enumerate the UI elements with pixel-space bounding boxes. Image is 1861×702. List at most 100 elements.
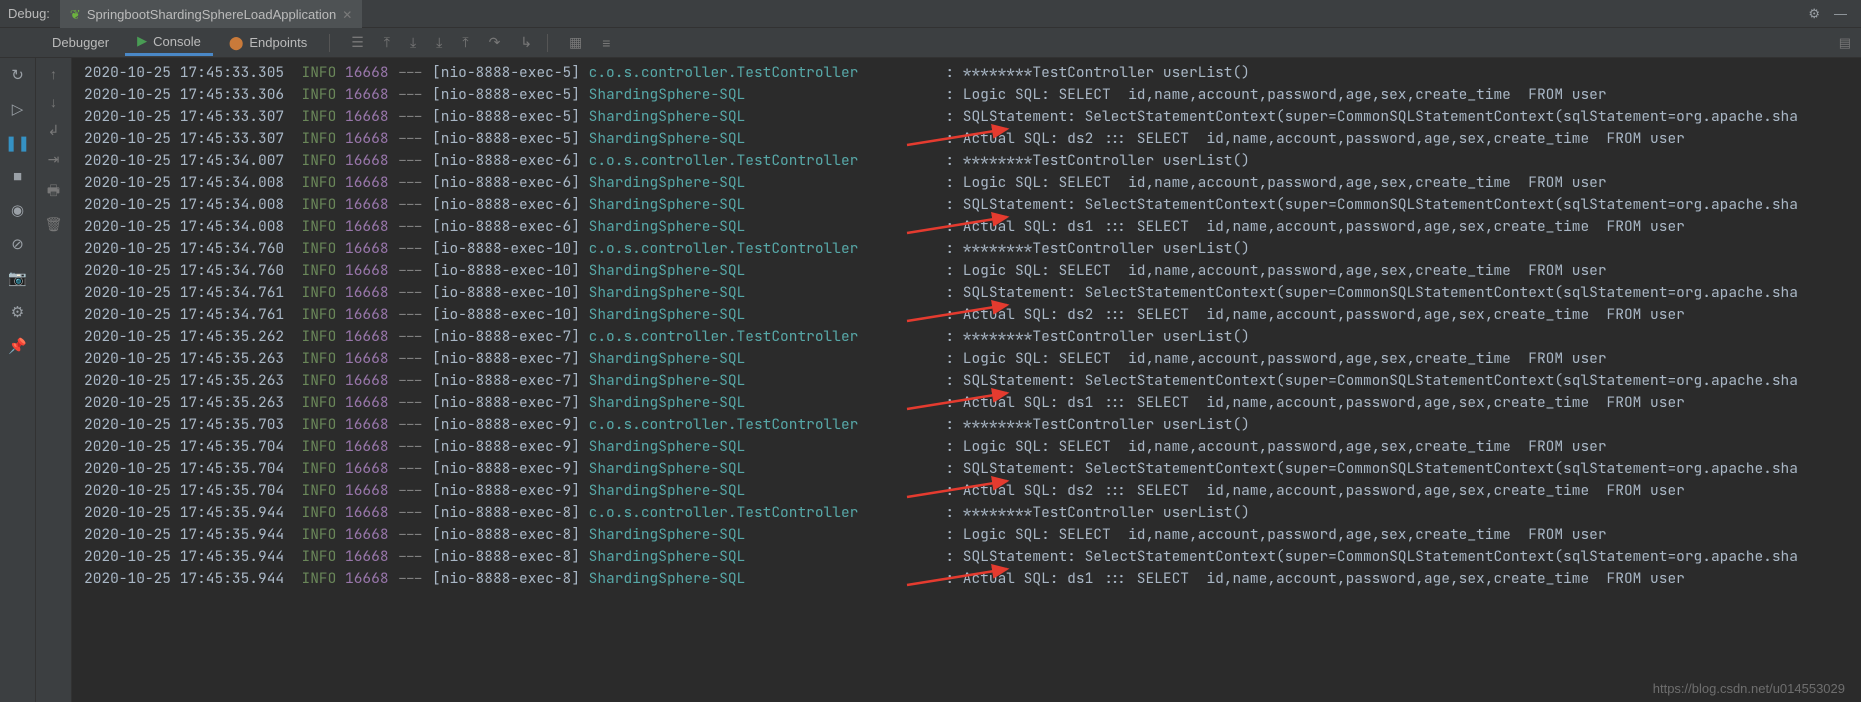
export-up-icon[interactable]: ⤒ xyxy=(379,32,395,53)
log-level: INFO xyxy=(302,437,337,456)
close-tab-icon[interactable]: ✕ xyxy=(342,8,352,22)
log-message: Actual SQL: ds2 ::: SELECT id,name,accou… xyxy=(963,129,1685,148)
log-level: INFO xyxy=(302,371,337,390)
log-thread: [nio-8888-exec-5] xyxy=(432,85,580,104)
log-thread: [nio-8888-exec-8] xyxy=(432,525,580,544)
log-line: 2020-10-25 17:45:35.263 INFO 16668 --- [… xyxy=(84,370,1861,392)
log-level: INFO xyxy=(302,261,337,280)
log-thread: [nio-8888-exec-6] xyxy=(432,195,580,214)
log-line: 2020-10-25 17:45:35.944 INFO 16668 --- [… xyxy=(84,524,1861,546)
log-message: Actual SQL: ds2 ::: SELECT id,name,accou… xyxy=(963,481,1685,500)
print-icon[interactable]: 🖶 xyxy=(47,180,60,204)
camera-icon[interactable]: 📷 xyxy=(8,269,27,287)
log-logger: ShardingSphere-SQL xyxy=(589,481,937,500)
log-timestamp: 2020-10-25 17:45:35.703 xyxy=(84,415,284,434)
pin-icon[interactable]: 📌 xyxy=(8,337,27,355)
log-thread: [nio-8888-exec-7] xyxy=(432,327,580,346)
log-level: INFO xyxy=(302,63,337,82)
log-logger: ShardingSphere-SQL xyxy=(589,393,937,412)
soft-wrap-icon[interactable]: ↲ xyxy=(48,122,60,139)
log-level: INFO xyxy=(302,569,337,588)
gear-icon[interactable]: ⚙ xyxy=(1808,6,1820,22)
log-message: Logic SQL: SELECT id,name,account,passwo… xyxy=(963,349,1607,368)
scroll-down-icon[interactable]: ↓ xyxy=(50,94,57,110)
log-level: INFO xyxy=(302,415,337,434)
log-message: Logic SQL: SELECT id,name,account,passwo… xyxy=(963,525,1607,544)
log-level: INFO xyxy=(302,327,337,346)
console-output[interactable]: 2020-10-25 17:45:33.305 INFO 16668 --- [… xyxy=(72,58,1861,702)
log-pid: 16668 xyxy=(345,107,389,126)
upload-icon[interactable]: ⤒ xyxy=(457,32,473,53)
log-pid: 16668 xyxy=(345,437,389,456)
log-thread: [io-8888-exec-10] xyxy=(432,261,580,280)
log-line: 2020-10-25 17:45:35.704 INFO 16668 --- [… xyxy=(84,436,1861,458)
log-logger: ShardingSphere-SQL xyxy=(589,371,937,390)
filter-icon[interactable]: ☰ xyxy=(346,32,369,53)
mute-breakpoints-icon[interactable]: ⊘ xyxy=(11,235,24,253)
scroll-up-icon[interactable]: ↑ xyxy=(50,66,57,82)
separator2 xyxy=(547,34,548,52)
step-next-icon[interactable]: ↳ xyxy=(515,32,537,53)
log-timestamp: 2020-10-25 17:45:34.008 xyxy=(84,217,284,236)
log-thread: [nio-8888-exec-8] xyxy=(432,503,580,522)
log-pid: 16668 xyxy=(345,459,389,478)
log-logger: ShardingSphere-SQL xyxy=(589,107,937,126)
log-timestamp: 2020-10-25 17:45:35.263 xyxy=(84,349,284,368)
log-pid: 16668 xyxy=(345,525,389,544)
log-message: ********TestController userList() xyxy=(963,151,1250,170)
stop-icon[interactable]: ■ xyxy=(13,168,22,185)
log-line: 2020-10-25 17:45:35.704 INFO 16668 --- [… xyxy=(84,458,1861,480)
tab-endpoints[interactable]: ⬤ Endpoints xyxy=(217,31,319,55)
minimize-icon[interactable]: — xyxy=(1834,6,1847,22)
pause-icon[interactable]: ❚❚ xyxy=(5,134,30,152)
log-logger: ShardingSphere-SQL xyxy=(589,173,937,192)
log-line: 2020-10-25 17:45:33.305 INFO 16668 --- [… xyxy=(84,62,1861,84)
log-message: Logic SQL: SELECT id,name,account,passwo… xyxy=(963,437,1607,456)
log-pid: 16668 xyxy=(345,503,389,522)
log-level: INFO xyxy=(302,217,337,236)
toolbar-more-icon[interactable]: ▤ xyxy=(1839,35,1861,51)
download2-icon[interactable]: ⤓ xyxy=(431,32,447,53)
step-over-icon[interactable]: ↷ xyxy=(484,32,506,53)
log-line: 2020-10-25 17:45:35.703 INFO 16668 --- [… xyxy=(84,414,1861,436)
download-icon[interactable]: ⤓ xyxy=(405,32,421,53)
log-pid: 16668 xyxy=(345,415,389,434)
log-timestamp: 2020-10-25 17:45:35.263 xyxy=(84,371,284,390)
log-thread: [nio-8888-exec-5] xyxy=(432,63,580,82)
log-logger: c.o.s.controller.TestController xyxy=(589,151,937,170)
rerun-icon[interactable]: ↻ xyxy=(11,66,24,84)
scroll-end-icon[interactable]: ⇥ xyxy=(48,151,60,168)
tab-console[interactable]: ▶ Console xyxy=(125,29,213,56)
tab-debugger[interactable]: Debugger xyxy=(40,31,121,54)
log-logger: ShardingSphere-SQL xyxy=(589,195,937,214)
log-pid: 16668 xyxy=(345,305,389,324)
log-timestamp: 2020-10-25 17:45:35.944 xyxy=(84,569,284,588)
log-message: SQLStatement: SelectStatementContext(sup… xyxy=(963,283,1798,302)
log-line: 2020-10-25 17:45:34.008 INFO 16668 --- [… xyxy=(84,216,1861,238)
log-level: INFO xyxy=(302,459,337,478)
calc-icon[interactable]: ▦ xyxy=(564,32,587,53)
log-timestamp: 2020-10-25 17:45:35.944 xyxy=(84,547,284,566)
clear-icon[interactable]: 🗑 xyxy=(45,216,63,233)
log-line: 2020-10-25 17:45:35.262 INFO 16668 --- [… xyxy=(84,326,1861,348)
run-config-tab[interactable]: ❦ SpringbootShardingSphereLoadApplicatio… xyxy=(60,0,362,28)
log-line: 2020-10-25 17:45:33.307 INFO 16668 --- [… xyxy=(84,106,1861,128)
layout-icon[interactable]: ≡ xyxy=(597,33,615,53)
log-line: 2020-10-25 17:45:34.008 INFO 16668 --- [… xyxy=(84,172,1861,194)
log-message: Logic SQL: SELECT id,name,account,passwo… xyxy=(963,85,1607,104)
breakpoints-icon[interactable]: ◉ xyxy=(11,201,24,219)
log-thread: [nio-8888-exec-9] xyxy=(432,481,580,500)
log-pid: 16668 xyxy=(345,481,389,500)
log-level: INFO xyxy=(302,129,337,148)
watermark: https://blog.csdn.net/u014553029 xyxy=(1653,681,1845,696)
log-timestamp: 2020-10-25 17:45:35.262 xyxy=(84,327,284,346)
log-level: INFO xyxy=(302,151,337,170)
log-line: 2020-10-25 17:45:34.760 INFO 16668 --- [… xyxy=(84,238,1861,260)
resume-icon[interactable]: ▷ xyxy=(12,100,24,118)
log-line: 2020-10-25 17:45:34.761 INFO 16668 --- [… xyxy=(84,282,1861,304)
settings-icon[interactable]: ⚙ xyxy=(11,303,24,321)
log-message: Logic SQL: SELECT id,name,account,passwo… xyxy=(963,173,1607,192)
log-logger: ShardingSphere-SQL xyxy=(589,349,937,368)
spring-leaf-icon: ❦ xyxy=(70,7,81,23)
log-logger: ShardingSphere-SQL xyxy=(589,217,937,236)
